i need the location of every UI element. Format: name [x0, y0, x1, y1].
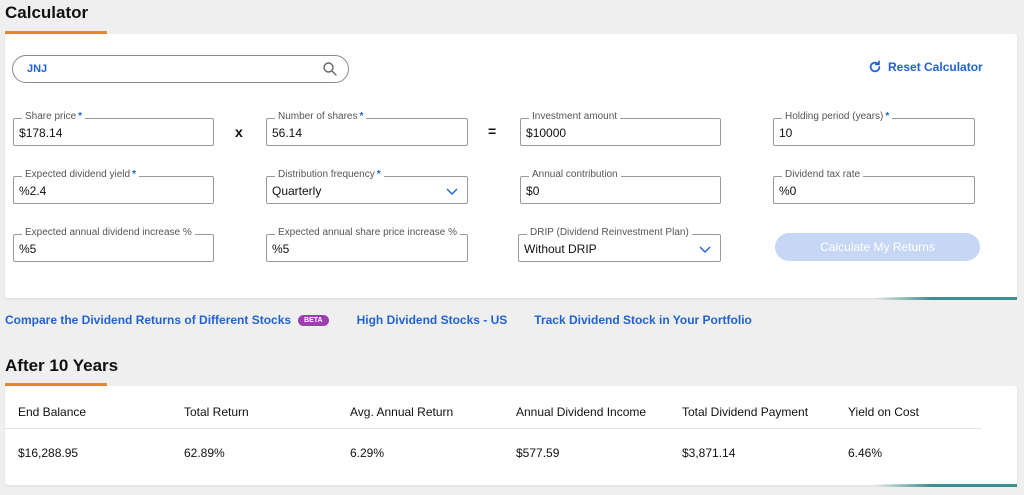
total-return-header: Total Return	[184, 405, 249, 419]
high-dividend-stocks-link[interactable]: High Dividend Stocks - US	[357, 313, 508, 327]
avg-annual-return-header: Avg. Annual Return	[350, 405, 454, 419]
drip-label: DRIP (Dividend Reinvestment Plan)	[527, 227, 692, 238]
expected-dividend-yield-label: Expected dividend yield *	[22, 169, 139, 180]
investment-amount-value: $10000	[526, 126, 567, 140]
number-of-shares-label: Number of shares *	[275, 111, 367, 122]
related-links: Compare the Dividend Returns of Differen…	[5, 313, 752, 327]
expected-annual-dividend-increase-value: %5	[19, 242, 37, 256]
end-balance-header: End Balance	[18, 405, 87, 419]
investment-amount-label: Investment amount	[529, 111, 621, 122]
refresh-icon	[869, 60, 881, 73]
results-header-row: End Balance Total Return Avg. Annual Ret…	[18, 405, 1014, 419]
reset-calculator-button[interactable]: Reset Calculator	[868, 60, 983, 74]
share-price-value: $178.14	[19, 126, 63, 140]
calculate-my-returns-button[interactable]: Calculate My Returns	[775, 233, 980, 261]
drip-select[interactable]: DRIP (Dividend Reinvestment Plan) Withou…	[518, 227, 721, 262]
avg-annual-return-value: 6.29%	[350, 446, 385, 460]
annual-contribution-value: $0	[526, 184, 540, 198]
ticker-search-value: JNJ	[27, 63, 48, 75]
end-balance-value: $16,288.95	[18, 446, 79, 460]
total-dividend-payment-value: $3,871.14	[682, 446, 736, 460]
results-divider	[5, 428, 982, 429]
expected-dividend-yield-field[interactable]: Expected dividend yield * %2.4	[13, 169, 214, 204]
annual-contribution-field[interactable]: Annual contribution $0	[520, 169, 721, 204]
number-of-shares-field[interactable]: Number of shares * 56.14	[266, 111, 468, 146]
reset-calculator-label: Reset Calculator	[888, 60, 983, 74]
calculator-card-accent	[875, 297, 1017, 300]
chevron-down-icon	[446, 188, 458, 195]
annual-dividend-income-header: Annual Dividend Income	[516, 405, 647, 419]
expected-annual-dividend-increase-label: Expected annual dividend increase %	[22, 227, 195, 238]
expected-annual-share-price-increase-label: Expected annual share price increase %	[275, 227, 460, 238]
equals-operator: =	[488, 123, 497, 139]
holding-period-value: 10	[779, 126, 793, 140]
compare-dividend-returns-link[interactable]: Compare the Dividend Returns of Differen…	[5, 313, 329, 327]
expected-annual-share-price-increase-field[interactable]: Expected annual share price increase % %…	[266, 227, 468, 262]
ticker-search-input[interactable]: JNJ	[12, 55, 349, 83]
yield-on-cost-value: 6.46%	[848, 446, 883, 460]
distribution-frequency-label: Distribution frequency *	[275, 169, 384, 180]
number-of-shares-value: 56.14	[272, 126, 303, 140]
chevron-down-icon	[699, 246, 711, 253]
holding-period-label: Holding period (years) *	[782, 111, 893, 122]
search-icon[interactable]	[322, 61, 338, 77]
distribution-frequency-select[interactable]: Distribution frequency * Quarterly	[266, 169, 468, 204]
investment-amount-field[interactable]: Investment amount $10000	[520, 111, 721, 146]
total-dividend-payment-header: Total Dividend Payment	[682, 405, 809, 419]
results-values-row: $16,288.95 62.89% 6.29% $577.59 $3,871.1…	[18, 446, 1014, 460]
calculator-card: JNJ Reset Calculator Share price * $178.1…	[5, 34, 1017, 298]
results-card	[5, 386, 1017, 485]
share-price-label: Share price *	[22, 111, 86, 122]
total-return-value: 62.89%	[184, 446, 225, 460]
annual-contribution-label: Annual contribution	[529, 169, 621, 180]
results-title: After 10 Years	[5, 356, 119, 375]
annual-dividend-income-value: $577.59	[516, 446, 560, 460]
holding-period-field[interactable]: Holding period (years) * 10	[773, 111, 975, 146]
distribution-frequency-value: Quarterly	[272, 184, 322, 198]
calculator-title: Calculator	[5, 3, 89, 22]
expected-annual-dividend-increase-field[interactable]: Expected annual dividend increase % %5	[13, 227, 214, 262]
expected-dividend-yield-value: %2.4	[19, 184, 47, 198]
beta-badge: BETA	[298, 315, 329, 327]
yield-on-cost-header: Yield on Cost	[848, 405, 919, 419]
drip-value: Without DRIP	[524, 242, 597, 256]
expected-annual-share-price-increase-value: %5	[272, 242, 290, 256]
results-card-accent	[875, 484, 1017, 487]
track-dividend-stock-link[interactable]: Track Dividend Stock in Your Portfolio	[534, 313, 752, 327]
multiply-operator: x	[235, 124, 243, 140]
dividend-tax-rate-field[interactable]: Dividend tax rate %0	[773, 169, 975, 204]
dividend-tax-rate-label: Dividend tax rate	[782, 169, 864, 180]
share-price-field[interactable]: Share price * $178.14	[13, 111, 214, 146]
dividend-tax-rate-value: %0	[779, 184, 797, 198]
